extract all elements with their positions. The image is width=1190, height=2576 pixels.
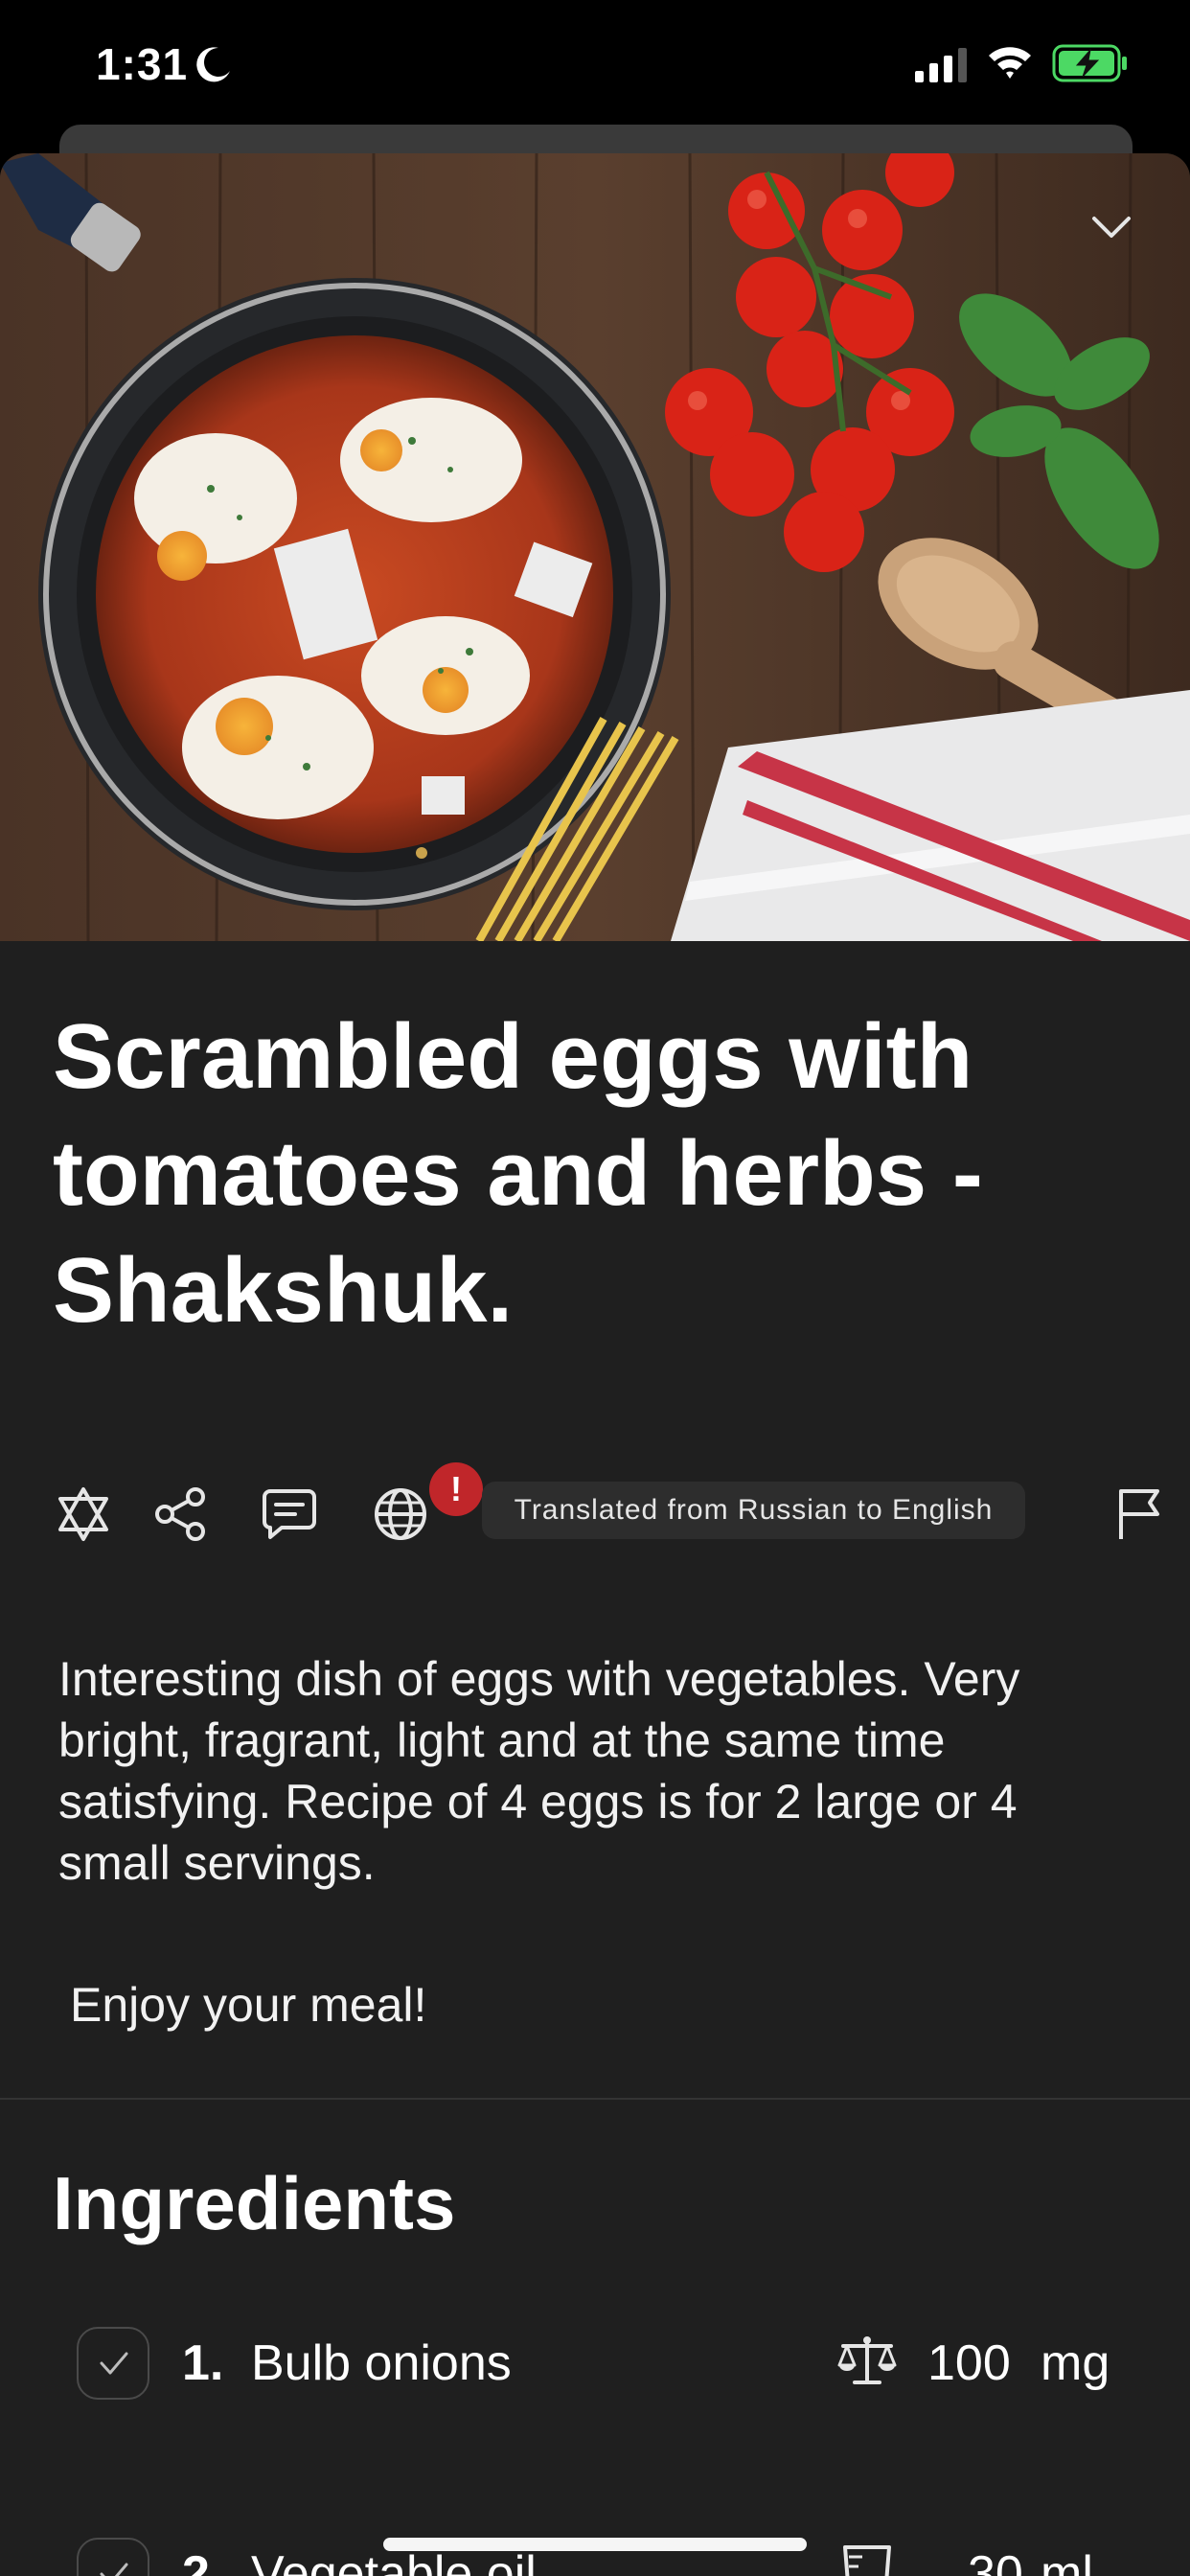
checkmark-icon	[100, 2352, 128, 2375]
section-divider	[0, 2098, 1190, 2100]
share-icon[interactable]	[151, 1485, 209, 1543]
flag-icon[interactable]	[1111, 1485, 1169, 1543]
scale-icon	[837, 2336, 897, 2384]
recipe-closing: Enjoy your meal!	[70, 1978, 427, 2032]
chevron-down-icon[interactable]	[1090, 213, 1133, 242]
status-time: 1:31	[96, 39, 189, 89]
ingredient-quantity: 100	[927, 2335, 1011, 2391]
translation-note[interactable]: Translated from Russian to English	[482, 1482, 1025, 1539]
measuring-cup-icon	[843, 2545, 891, 2576]
translation-alert-badge[interactable]: !	[429, 1462, 483, 1516]
recipe-actions: ! Translated from Russian to English	[0, 1462, 1190, 1581]
globe-icon[interactable]	[372, 1485, 429, 1543]
recipe-photo-illustration	[0, 153, 1190, 941]
recipe-photo	[0, 153, 1190, 941]
ingredient-check-button[interactable]	[77, 2538, 149, 2576]
home-indicator[interactable]	[383, 2538, 807, 2551]
recipe-description: Interesting dish of eggs with vegetables…	[58, 1652, 1020, 1890]
ingredient-unit: mg	[1041, 2335, 1110, 2391]
ingredient-number: 1.	[182, 2335, 224, 2391]
wifi-icon	[989, 47, 1031, 79]
signal-icon	[915, 48, 967, 82]
ingredient-check-button[interactable]	[77, 2327, 149, 2400]
comment-icon[interactable]	[261, 1485, 318, 1543]
star-of-david-icon[interactable]	[55, 1485, 112, 1543]
recipe-title: Scrambled eggs with tomatoes and herbs -…	[53, 1005, 983, 1342]
ingredient-unit: ml	[1041, 2546, 1093, 2576]
recipe-sheet[interactable]: Scrambled eggs with tomatoes and herbs -…	[0, 153, 1190, 2576]
status-bar: 1:31	[0, 0, 1190, 125]
ingredient-number: 2.	[182, 2546, 224, 2576]
ingredient-row[interactable]: 1. Bulb onions 100 mg	[0, 2327, 1190, 2432]
ingredient-name: Bulb onions	[251, 2335, 512, 2391]
ingredient-quantity: 30	[968, 2546, 1023, 2576]
battery-charging-icon	[1052, 44, 1127, 82]
checkmark-icon	[100, 2563, 128, 2576]
ingredients-heading: Ingredients	[53, 2161, 456, 2245]
moon-icon	[196, 47, 230, 82]
